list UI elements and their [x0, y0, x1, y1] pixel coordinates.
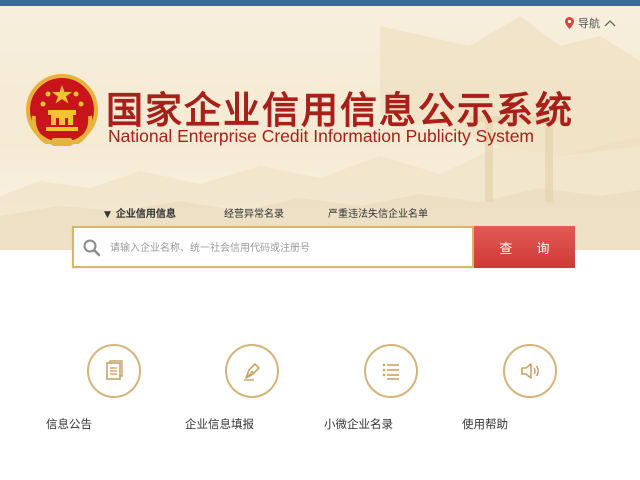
nav-toggle[interactable]: 导航 [565, 15, 616, 31]
search-input[interactable] [108, 234, 462, 262]
tab-abnormal-list[interactable]: 经营异常名录 [224, 205, 284, 220]
feature-icon-circle [225, 344, 279, 398]
site-title-english: National Enterprise Credit Information P… [108, 126, 535, 146]
national-emblem-icon [26, 74, 98, 146]
triangle-down-icon: ▼ [104, 210, 111, 220]
document-icon [106, 360, 123, 380]
chevron-up-icon [604, 20, 616, 27]
feature-icon-circle [87, 344, 141, 398]
tab-label: 严重违法失信企业名单 [328, 209, 428, 220]
location-pin-icon [565, 17, 574, 29]
speaker-icon [521, 363, 539, 379]
nav-label: 导航 [578, 17, 600, 30]
header-banner: 导航 国家企业信用信息公示系统 National Enterprise Cred… [0, 6, 640, 250]
search-box [72, 226, 474, 268]
search-button[interactable]: 查 询 [474, 226, 575, 268]
feature-icon-circle [503, 344, 557, 398]
pen-icon [244, 363, 260, 381]
tab-serious-violation-list[interactable]: 严重违法失信企业名单 [328, 205, 428, 220]
tab-label: 企业信用信息 [115, 209, 176, 220]
feature-icon-circle [364, 344, 418, 398]
feature-label: 信息公告 [46, 417, 92, 431]
feature-label: 企业信息填报 [185, 417, 254, 431]
list-icon [382, 363, 399, 380]
search-icon [83, 239, 101, 257]
feature-label: 小微企业名录 [324, 417, 393, 431]
tab-enterprise-credit[interactable]: ▼ 企业信用信息 [104, 205, 176, 220]
feature-label: 使用帮助 [462, 417, 508, 431]
tab-label: 经营异常名录 [224, 209, 284, 220]
